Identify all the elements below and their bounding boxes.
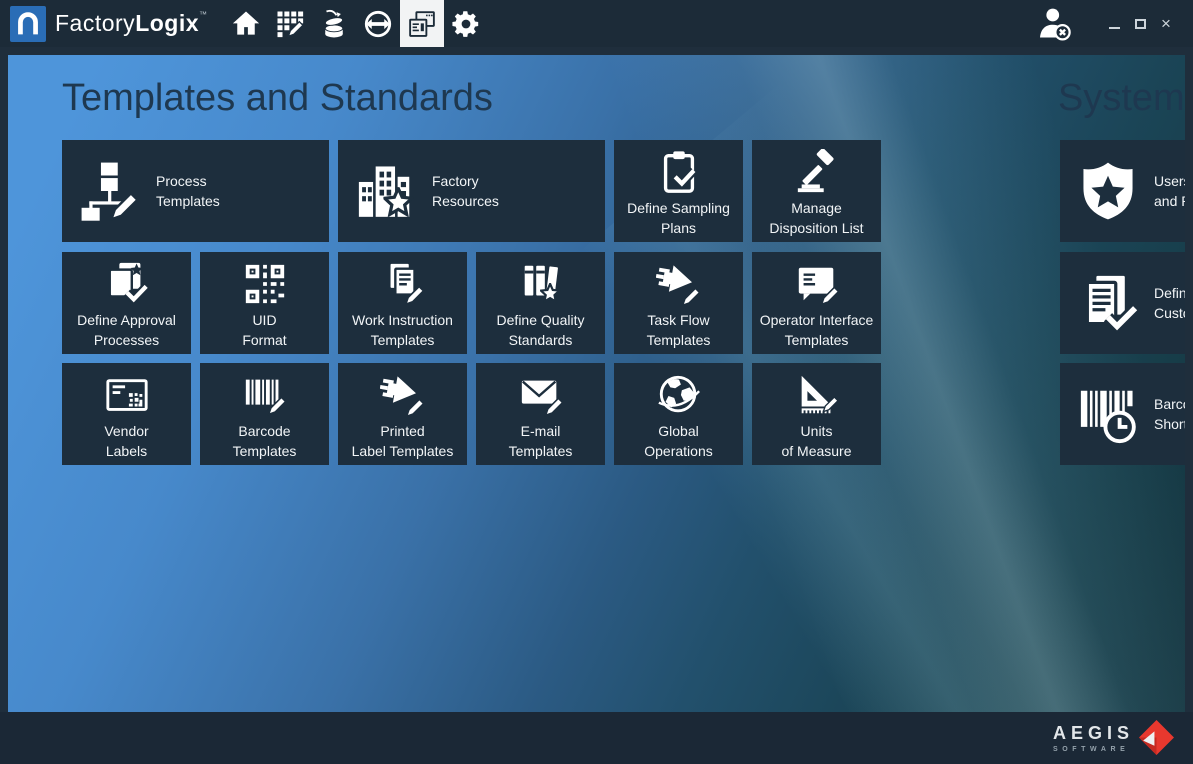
tile-label: BarcodeTemplates xyxy=(200,421,329,461)
factorylogix-logo-icon xyxy=(10,6,46,42)
documents-star-check-icon xyxy=(104,261,150,307)
tile-label: GlobalOperations xyxy=(614,421,743,461)
tile-label: VendorLabels xyxy=(62,421,191,461)
minimize-icon xyxy=(1109,27,1120,29)
tile-define-sampling-plans[interactable]: Define SamplingPlans xyxy=(614,140,743,242)
tile-label: BarcodeShortcuts xyxy=(1154,394,1185,434)
settings-gear-icon xyxy=(451,9,481,39)
nav-templates-selected[interactable] xyxy=(400,0,444,47)
maximize-button[interactable] xyxy=(1127,11,1153,37)
tile-label: E-mailTemplates xyxy=(476,421,605,461)
main-navigation xyxy=(224,0,488,47)
nav-data-import[interactable] xyxy=(312,0,356,47)
tile-vendor-labels[interactable]: VendorLabels xyxy=(62,363,191,465)
system-section-title: System xyxy=(1058,77,1185,120)
set-square-pencil-icon xyxy=(794,372,840,418)
tile-factory-resources[interactable]: FactoryResources xyxy=(338,140,605,242)
tile-global-operations[interactable]: GlobalOperations xyxy=(614,363,743,465)
templates-section-title: Templates and Standards xyxy=(62,77,493,120)
tile-label: Task FlowTemplates xyxy=(614,310,743,350)
app-logo: FactoryLogix™ xyxy=(10,6,208,42)
tile-define-approval-processes[interactable]: Define ApprovalProcesses xyxy=(62,252,191,354)
flowchart-pencil-icon xyxy=(79,160,141,222)
nav-settings[interactable] xyxy=(444,0,488,47)
tile-label: Define SamplingPlans xyxy=(614,198,743,238)
tile-barcode-shortcuts[interactable]: BarcodeShortcuts xyxy=(1060,363,1185,465)
tile-manage-disposition-list[interactable]: ManageDisposition List xyxy=(752,140,881,242)
tile-uid-format[interactable]: UIDFormat xyxy=(200,252,329,354)
shield-star-icon xyxy=(1077,160,1139,222)
window-controls: × xyxy=(1101,11,1179,37)
arrow-pencil-icon xyxy=(380,372,426,418)
content-frame: Templates and Standards System ProcessTe… xyxy=(0,47,1193,712)
globe-icon xyxy=(656,372,702,418)
tile-label: PrintedLabel Templates xyxy=(338,421,467,461)
tile-barcode-templates[interactable]: BarcodeTemplates xyxy=(200,363,329,465)
tile-label: ProcessTemplates xyxy=(156,171,220,211)
tile-label: Unitsof Measure xyxy=(752,421,881,461)
document-check-icon xyxy=(1077,272,1139,334)
title-bar: FactoryLogix™ × xyxy=(0,0,1193,47)
qr-code-icon xyxy=(242,261,288,307)
tile-label: Usersand Roles xyxy=(1154,171,1185,211)
production-grid-pencil-icon xyxy=(275,9,305,39)
home-icon xyxy=(231,9,261,39)
tile-email-templates[interactable]: E-mailTemplates xyxy=(476,363,605,465)
nav-logistics[interactable] xyxy=(356,0,400,47)
tile-label: FactoryResources xyxy=(432,171,499,211)
envelope-pencil-icon xyxy=(518,372,564,418)
tile-label: Work InstructionTemplates xyxy=(338,310,467,350)
tile-define-quality-standards[interactable]: Define QualityStandards xyxy=(476,252,605,354)
barcode-clock-icon xyxy=(1077,383,1139,445)
dashboard-background: Templates and Standards System ProcessTe… xyxy=(8,55,1185,712)
clipboard-check-icon xyxy=(656,149,702,195)
tile-printed-label-templates[interactable]: PrintedLabel Templates xyxy=(338,363,467,465)
templates-windows-icon xyxy=(407,9,437,39)
database-transfer-icon xyxy=(319,9,349,39)
close-button[interactable]: × xyxy=(1153,11,1179,37)
tile-users-and-roles[interactable]: Usersand Roles xyxy=(1060,140,1185,242)
tile-operator-interface-templates[interactable]: Operator InterfaceTemplates xyxy=(752,252,881,354)
barcode-pencil-icon xyxy=(242,372,288,418)
tile-task-flow-templates[interactable]: Task FlowTemplates xyxy=(614,252,743,354)
label-barcode-icon xyxy=(104,372,150,418)
factory-star-icon xyxy=(355,160,417,222)
tile-units-of-measure[interactable]: Unitsof Measure xyxy=(752,363,881,465)
tile-label: UIDFormat xyxy=(200,310,329,350)
aegis-flag-icon xyxy=(1138,719,1175,756)
nav-production[interactable] xyxy=(268,0,312,47)
logistics-arrows-icon xyxy=(363,9,393,39)
aegis-logo-text: AEGIS SOFTWARE xyxy=(1053,723,1134,753)
books-star-icon xyxy=(518,261,564,307)
tile-label: Define QualityStandards xyxy=(476,310,605,350)
tile-label: ManageDisposition List xyxy=(752,198,881,238)
tile-process-templates[interactable]: ProcessTemplates xyxy=(62,140,329,242)
app-title: FactoryLogix™ xyxy=(55,10,208,37)
document-pencil-icon xyxy=(380,261,426,307)
maximize-icon xyxy=(1135,19,1146,29)
aegis-logo: AEGIS SOFTWARE xyxy=(1053,719,1175,756)
tile-label: Operator InterfaceTemplates xyxy=(752,310,881,350)
user-logoff-button[interactable] xyxy=(1035,4,1075,44)
tile-define-customizations[interactable]: DefineCustomizations xyxy=(1060,252,1185,354)
gavel-icon xyxy=(794,149,840,195)
user-x-icon xyxy=(1037,6,1073,42)
nav-home[interactable] xyxy=(224,0,268,47)
tile-work-instruction-templates[interactable]: Work InstructionTemplates xyxy=(338,252,467,354)
arrow-pencil-icon xyxy=(656,261,702,307)
trademark: ™ xyxy=(199,10,208,19)
minimize-button[interactable] xyxy=(1101,11,1127,37)
tile-label: Define ApprovalProcesses xyxy=(62,310,191,350)
status-bar: AEGIS SOFTWARE xyxy=(0,712,1193,764)
monitor-pencil-icon xyxy=(794,261,840,307)
tile-label: DefineCustomizations xyxy=(1154,283,1185,323)
